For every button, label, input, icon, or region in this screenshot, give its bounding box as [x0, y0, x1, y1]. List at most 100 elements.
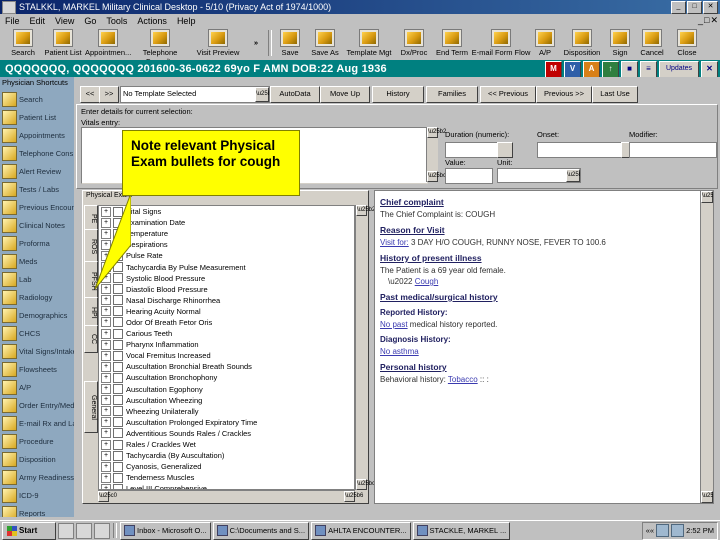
menu-edit[interactable]: Edit [25, 16, 51, 26]
tree-item[interactable]: + Respirations [99, 239, 354, 250]
toolbar-email-form-flow[interactable]: E-mail Form Flow [470, 28, 532, 59]
sidebar-item-army-readiness[interactable]: Army Readiness [0, 468, 74, 486]
modifier-input[interactable] [629, 142, 717, 158]
checkbox[interactable] [113, 439, 123, 450]
alert-icon[interactable]: M [545, 61, 562, 78]
tree-item[interactable]: + Nasal Discharge Rhinorrhea [99, 295, 354, 306]
tree-item[interactable]: + Vocal Fremitus Increased [99, 350, 354, 361]
value-input[interactable] [445, 168, 493, 184]
sidebar-item-procedure[interactable]: Procedure [0, 432, 74, 450]
checkbox[interactable] [113, 461, 123, 472]
template-toolbar[interactable]: << >> No Template Selected \u25bc AutoDa… [76, 86, 716, 103]
tree-item[interactable]: + Systolic Blood Pressure [99, 273, 354, 284]
expand-icon[interactable]: + [101, 428, 111, 439]
mdi-restore-button[interactable]: □ [704, 15, 709, 26]
sidebar-item-ap[interactable]: A/P [0, 378, 74, 396]
sidebar-item-search[interactable]: Search [0, 90, 74, 108]
tree-item[interactable]: + Carious Teeth [99, 328, 354, 339]
updates-button[interactable]: Updates [659, 61, 699, 78]
scroll-right-icon[interactable]: \u25b6 [344, 491, 363, 502]
toolbar-template-mgt[interactable]: Template Mgt [344, 28, 394, 59]
sidebar-item-demographics[interactable]: Demographics [0, 306, 74, 324]
tree-item[interactable]: + Vital Signs [99, 206, 354, 217]
toolbar-ap[interactable]: A/P [532, 28, 558, 59]
sidebar-item-patient-list[interactable]: Patient List [0, 108, 74, 126]
expand-icon[interactable]: + [101, 384, 111, 395]
menu-actions[interactable]: Actions [132, 16, 172, 26]
tree-item[interactable]: + Auscultation Wheezing [99, 395, 354, 406]
sidebar-item-alert-review[interactable]: Alert Review [0, 162, 74, 180]
expand-icon[interactable]: + [101, 350, 111, 361]
expand-icon[interactable]: + [101, 295, 111, 306]
checkbox[interactable] [113, 395, 123, 406]
scroll-up-icon[interactable]: \u25b2 [701, 191, 713, 203]
taskbar-item-ahlta-encounter[interactable]: AHLTA ENCOUNTER... [311, 521, 411, 540]
system-tray[interactable]: «« 2:52 PM [641, 521, 718, 540]
expand-icon[interactable]: + [101, 406, 111, 417]
menu-file[interactable]: File [0, 16, 25, 26]
expand-icon[interactable]: + [101, 361, 111, 372]
scroll-left-icon[interactable]: \u25c0 [98, 491, 117, 502]
toolbar-close[interactable]: Close [670, 28, 704, 59]
patient-banner-icons[interactable]: M V A ↑ ■ ≡ Updates ✕ [545, 61, 718, 78]
tree-item[interactable]: + Adventitious Sounds Rales / Crackles [99, 428, 354, 439]
tree-item[interactable]: + Wheezing Unilaterally [99, 406, 354, 417]
note-link[interactable]: Tobacco [448, 375, 478, 384]
window-controls[interactable]: _ □ ✕ [671, 0, 718, 14]
onset-input[interactable] [537, 142, 623, 158]
template-forward-button[interactable]: >> [99, 86, 119, 103]
toolbar-visit-preview[interactable]: Visit Preview [192, 28, 244, 59]
template-back-button[interactable]: << [80, 86, 100, 103]
last-use-button[interactable]: Last Use [592, 86, 638, 103]
scroll-down-icon[interactable]: \u25bc [427, 171, 446, 182]
next-nav-button[interactable]: Previous >> [536, 86, 592, 103]
sidebar-item-order-entry[interactable]: Order Entry/Meds [0, 396, 74, 414]
template-selector[interactable]: No Template Selected \u25bc [120, 86, 270, 103]
expand-icon[interactable]: + [101, 461, 111, 472]
physician-shortcuts-sidebar[interactable]: Physician Shortcuts Search Patient List … [0, 77, 75, 517]
banner-close-icon[interactable]: ✕ [701, 61, 718, 78]
tree-item[interactable]: + Pharynx Inflammation [99, 339, 354, 350]
immunization-icon[interactable]: ↑ [602, 61, 619, 78]
sidebar-item-flowsheets[interactable]: Flowsheets [0, 360, 74, 378]
sidebar-item-reports[interactable]: Reports [0, 504, 74, 517]
maximize-button[interactable]: □ [687, 0, 702, 14]
checkbox[interactable] [113, 317, 123, 328]
tray-icon-2[interactable] [671, 524, 685, 537]
tree-horizontal-scrollbar[interactable]: \u25c0 \u25b6 [98, 490, 363, 502]
tree-item[interactable]: + Tachycardia (By Auscultation) [99, 450, 354, 461]
move-up-button[interactable]: Move Up [320, 86, 370, 103]
expand-icon[interactable]: + [101, 417, 111, 428]
tray-icon-1[interactable] [656, 524, 670, 537]
scroll-up-icon[interactable]: \u25b2 [427, 127, 446, 138]
toolbar-overflow[interactable]: » [248, 28, 264, 59]
toolbar-patient-list[interactable]: Patient List [40, 28, 86, 59]
sidebar-item-meds[interactable]: Meds [0, 252, 74, 270]
scroll-down-icon[interactable]: \u25bc [356, 479, 375, 490]
vitals-icon[interactable]: V [564, 61, 581, 78]
start-button[interactable]: Start [2, 521, 56, 540]
toolbar-save-as[interactable]: Save As [306, 28, 344, 59]
autodata-button[interactable]: AutoData [270, 86, 320, 103]
tree-vertical-scrollbar[interactable]: \u25b2 \u25bc [355, 205, 375, 490]
checkbox[interactable] [113, 417, 123, 428]
main-toolbar[interactable]: Search Patient List Appointmen... Teleph… [0, 27, 720, 66]
unit-select[interactable]: \u25bc [497, 168, 581, 183]
chevron-down-icon[interactable]: \u25bc [255, 87, 269, 102]
scroll-up-icon[interactable]: \u25b2 [356, 205, 375, 216]
checkbox[interactable] [113, 406, 123, 417]
toolbar-end-term[interactable]: End Term [432, 28, 472, 59]
sidebar-item-appointments[interactable]: Appointments [0, 126, 74, 144]
sidebar-item-lab[interactable]: Lab [0, 270, 74, 288]
menu-bar[interactable]: File Edit View Go Tools Actions Help _ □… [0, 14, 720, 28]
expand-icon[interactable]: + [101, 328, 111, 339]
toolbar-telephone-consults[interactable]: Telephone Consults [130, 28, 190, 66]
checkbox[interactable] [113, 339, 123, 350]
checkbox[interactable] [113, 372, 123, 383]
scroll-down-icon[interactable]: \u25bc [701, 491, 713, 503]
tree-item[interactable]: + Examination Date [99, 217, 354, 228]
vtab-general[interactable]: General [84, 381, 98, 433]
expand-icon[interactable]: + [101, 439, 111, 450]
mdi-window-controls[interactable]: _ □ ✕ [698, 15, 718, 26]
menu-tools[interactable]: Tools [101, 16, 132, 26]
